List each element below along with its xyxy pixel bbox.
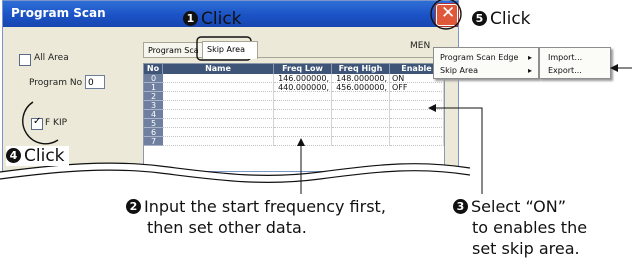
close-button-circle: [430, 0, 462, 30]
callout-text-line: Input the start frequency first,: [144, 197, 386, 216]
callout-text-line: Select “ON”: [471, 197, 567, 216]
step-number: 1: [183, 11, 198, 26]
callout-5: 5 Click: [472, 9, 531, 29]
callout-text-line: to enables the: [472, 218, 588, 237]
arrow-export-head: [610, 64, 618, 72]
callout-text-line: then set other data.: [147, 218, 307, 237]
skip-checkbox-circle: [22, 101, 59, 145]
step-number: 2: [126, 199, 141, 214]
tab-skip-area-label: Skip Area: [207, 45, 245, 54]
step-number: 4: [6, 148, 21, 163]
tab-skip-area[interactable]: Skip Area: [202, 41, 258, 59]
callout-4: 4 Click: [6, 146, 69, 166]
callout-text: Click: [24, 146, 65, 166]
callout-3: 3 Select “ON” to enables the set skip are…: [453, 196, 587, 259]
callout-text-line: set skip area.: [472, 239, 580, 258]
callout-1: 1 Click: [183, 9, 242, 29]
arrow-2-head: [297, 138, 305, 146]
arrow-3-head: [428, 104, 436, 112]
callout-text: Click: [490, 9, 531, 29]
step-number: 3: [453, 199, 468, 214]
callout-text: Click: [201, 9, 242, 29]
step-number: 5: [472, 11, 487, 26]
callout-2: 2 Input the start frequency first, then s…: [126, 196, 386, 238]
